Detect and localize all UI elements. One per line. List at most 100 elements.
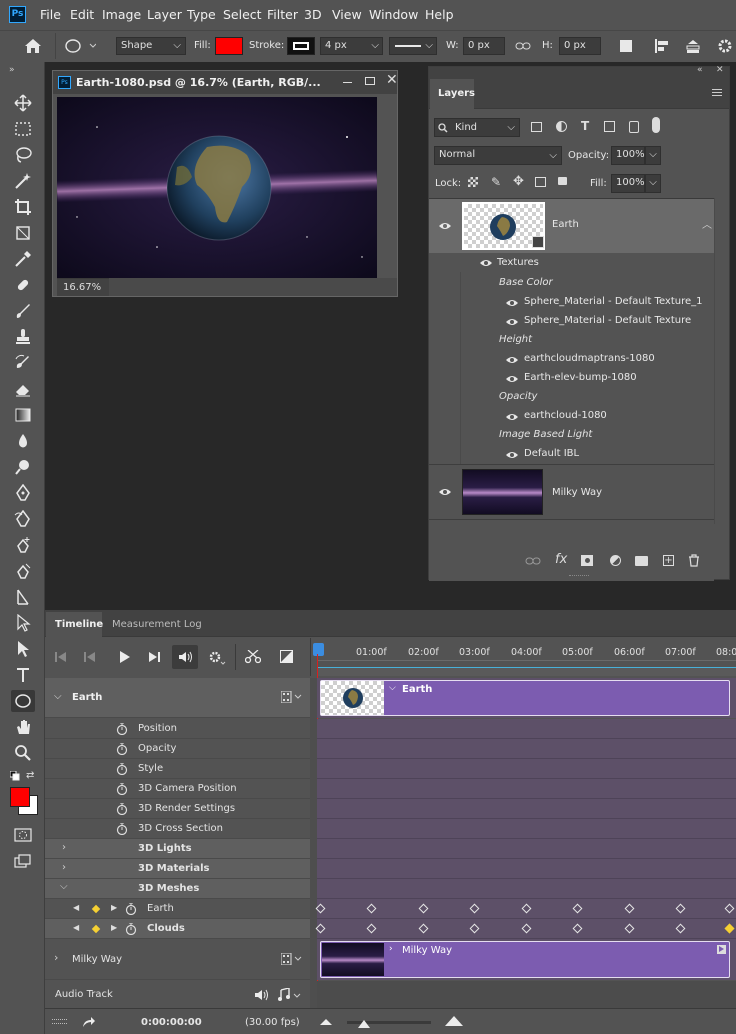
keyframe[interactable]: [624, 923, 635, 934]
property-3d-cross-section[interactable]: 3D Cross Section: [45, 819, 310, 839]
keyframe[interactable]: [624, 903, 635, 914]
lock-all-icon[interactable]: [558, 177, 567, 185]
menu-window[interactable]: Window: [369, 7, 418, 22]
music-note-icon[interactable]: [278, 988, 302, 1002]
opacity-field[interactable]: 100%: [611, 146, 645, 165]
chevron-right-icon[interactable]: ›: [62, 862, 66, 873]
visibility-eye-icon[interactable]: [505, 450, 519, 460]
maximize-icon[interactable]: [365, 77, 375, 85]
keyframe[interactable]: [418, 923, 429, 934]
blur-tool-icon[interactable]: [11, 430, 35, 452]
clip-milky-way[interactable]: › Milky Way: [320, 941, 730, 978]
keyframe[interactable]: [366, 923, 377, 934]
property-opacity[interactable]: Opacity: [45, 739, 310, 759]
blend-mode-select[interactable]: Normal ⌵: [434, 146, 562, 165]
keyframe[interactable]: [418, 903, 429, 914]
audio-track[interactable]: Audio Track: [45, 981, 310, 1008]
chevron-right-icon[interactable]: ›: [62, 842, 66, 853]
layer-milky-way[interactable]: Milky Way: [429, 464, 714, 520]
keyframe[interactable]: [315, 903, 326, 914]
eraser-tool-icon[interactable]: [11, 378, 35, 400]
stopwatch-icon[interactable]: [125, 923, 137, 935]
keyframe[interactable]: [675, 903, 686, 914]
document-titlebar[interactable]: Ps Earth-1080.psd @ 16.7% (Earth, RGB/..…: [53, 71, 398, 94]
playhead-handle[interactable]: [313, 643, 324, 656]
chevron-down-icon[interactable]: ⌵: [54, 691, 62, 702]
swap-colors-icon[interactable]: ⇄: [26, 770, 34, 781]
filter-toggle-icon[interactable]: [652, 117, 660, 133]
stroke-width-field[interactable]: 4 px ⌵: [320, 37, 383, 55]
texture-item[interactable]: Sphere_Material - Default Texture: [524, 315, 691, 326]
keyframe[interactable]: [315, 923, 326, 934]
type-tool-icon[interactable]: [11, 664, 35, 686]
layer-earth[interactable]: Earth ︿: [429, 199, 714, 253]
keyframe[interactable]: [675, 923, 686, 934]
texture-item[interactable]: Earth-elev-bump-1080: [524, 372, 637, 383]
property-track[interactable]: [317, 739, 736, 759]
texture-item[interactable]: Sphere_Material - Default Texture_1: [524, 296, 703, 307]
property-track[interactable]: [317, 799, 736, 819]
keyframe[interactable]: [521, 923, 532, 934]
audio-toggle-button[interactable]: [172, 645, 198, 669]
canvas[interactable]: [57, 97, 377, 278]
brush-tool-icon[interactable]: [11, 300, 35, 322]
clip-earth[interactable]: ⌵ Earth: [320, 680, 730, 716]
section-3d-lights[interactable]: › 3D Lights: [45, 839, 310, 859]
lock-pixels-icon[interactable]: ✎: [491, 175, 501, 189]
lock-transparent-icon[interactable]: [468, 177, 478, 187]
clip-end-marker-icon[interactable]: [717, 945, 726, 954]
ellipse-icon[interactable]: [64, 38, 96, 54]
stopwatch-icon[interactable]: [116, 723, 128, 735]
menu-edit[interactable]: Edit: [70, 7, 94, 22]
film-strip-icon[interactable]: [281, 953, 303, 965]
visibility-eye-icon[interactable]: [505, 412, 519, 422]
link-icon[interactable]: [515, 40, 531, 52]
eyedropper-icon[interactable]: [11, 248, 35, 270]
tab-layers[interactable]: Layers: [430, 79, 475, 109]
track-milky-way[interactable]: › Milky Way: [45, 939, 310, 980]
visibility-eye-icon[interactable]: [505, 355, 519, 365]
align-icon[interactable]: [655, 39, 669, 53]
lock-artboard-icon[interactable]: [535, 177, 546, 187]
filter-type-icon[interactable]: T: [581, 119, 589, 133]
stopwatch-icon[interactable]: [116, 783, 128, 795]
menu-type[interactable]: Type: [187, 7, 216, 22]
settings-gear-icon[interactable]: [209, 651, 227, 665]
audio-track-lane[interactable]: [317, 981, 736, 1008]
textures-row[interactable]: Textures: [429, 254, 714, 272]
pen-tool-icon[interactable]: [11, 482, 35, 504]
lasso-tool-icon[interactable]: [11, 144, 35, 166]
filter-kind-select[interactable]: Kind ⌵: [434, 118, 520, 137]
keyframe[interactable]: [572, 903, 583, 914]
property-track[interactable]: [317, 719, 736, 739]
tab-timeline[interactable]: Timeline: [46, 612, 103, 637]
menu-filter[interactable]: Filter: [267, 7, 298, 22]
fill-swatch[interactable]: [215, 37, 243, 55]
hand-tool-icon[interactable]: [11, 716, 35, 738]
texture-item[interactable]: earthcloudmaptrans-1080: [524, 353, 655, 364]
section-3d-meshes[interactable]: ⌵ 3D Meshes: [45, 879, 310, 899]
link-layers-icon[interactable]: [525, 556, 541, 566]
zoom-out-icon[interactable]: [320, 1018, 332, 1026]
add-keyframe-icon[interactable]: [91, 924, 101, 934]
menu-view[interactable]: View: [332, 7, 362, 22]
clip-chevron-icon[interactable]: ›: [389, 944, 393, 954]
current-timecode[interactable]: 0:00:00:00: [141, 1017, 202, 1028]
section-track[interactable]: [317, 879, 736, 899]
mode-select[interactable]: Shape ⌵: [116, 37, 186, 55]
zoom-in-icon[interactable]: [445, 1016, 463, 1026]
direct-selection-icon[interactable]: [11, 586, 35, 608]
close-icon[interactable]: ✕: [386, 72, 398, 88]
filter-adjustment-icon[interactable]: [556, 121, 567, 132]
render-video-icon[interactable]: [82, 1016, 96, 1028]
mesh-clouds[interactable]: ◀ ▶ Clouds: [45, 919, 310, 939]
keyframe[interactable]: [366, 903, 377, 914]
stopwatch-icon[interactable]: [116, 823, 128, 835]
property-track[interactable]: [317, 819, 736, 839]
path-operations-icon[interactable]: [620, 40, 632, 52]
work-area-bar[interactable]: [317, 667, 736, 676]
film-strip-icon[interactable]: [281, 691, 303, 703]
zoom-slider-thumb[interactable]: [358, 1018, 370, 1030]
keyframe-selected[interactable]: [724, 923, 735, 934]
section-track[interactable]: [317, 859, 736, 879]
